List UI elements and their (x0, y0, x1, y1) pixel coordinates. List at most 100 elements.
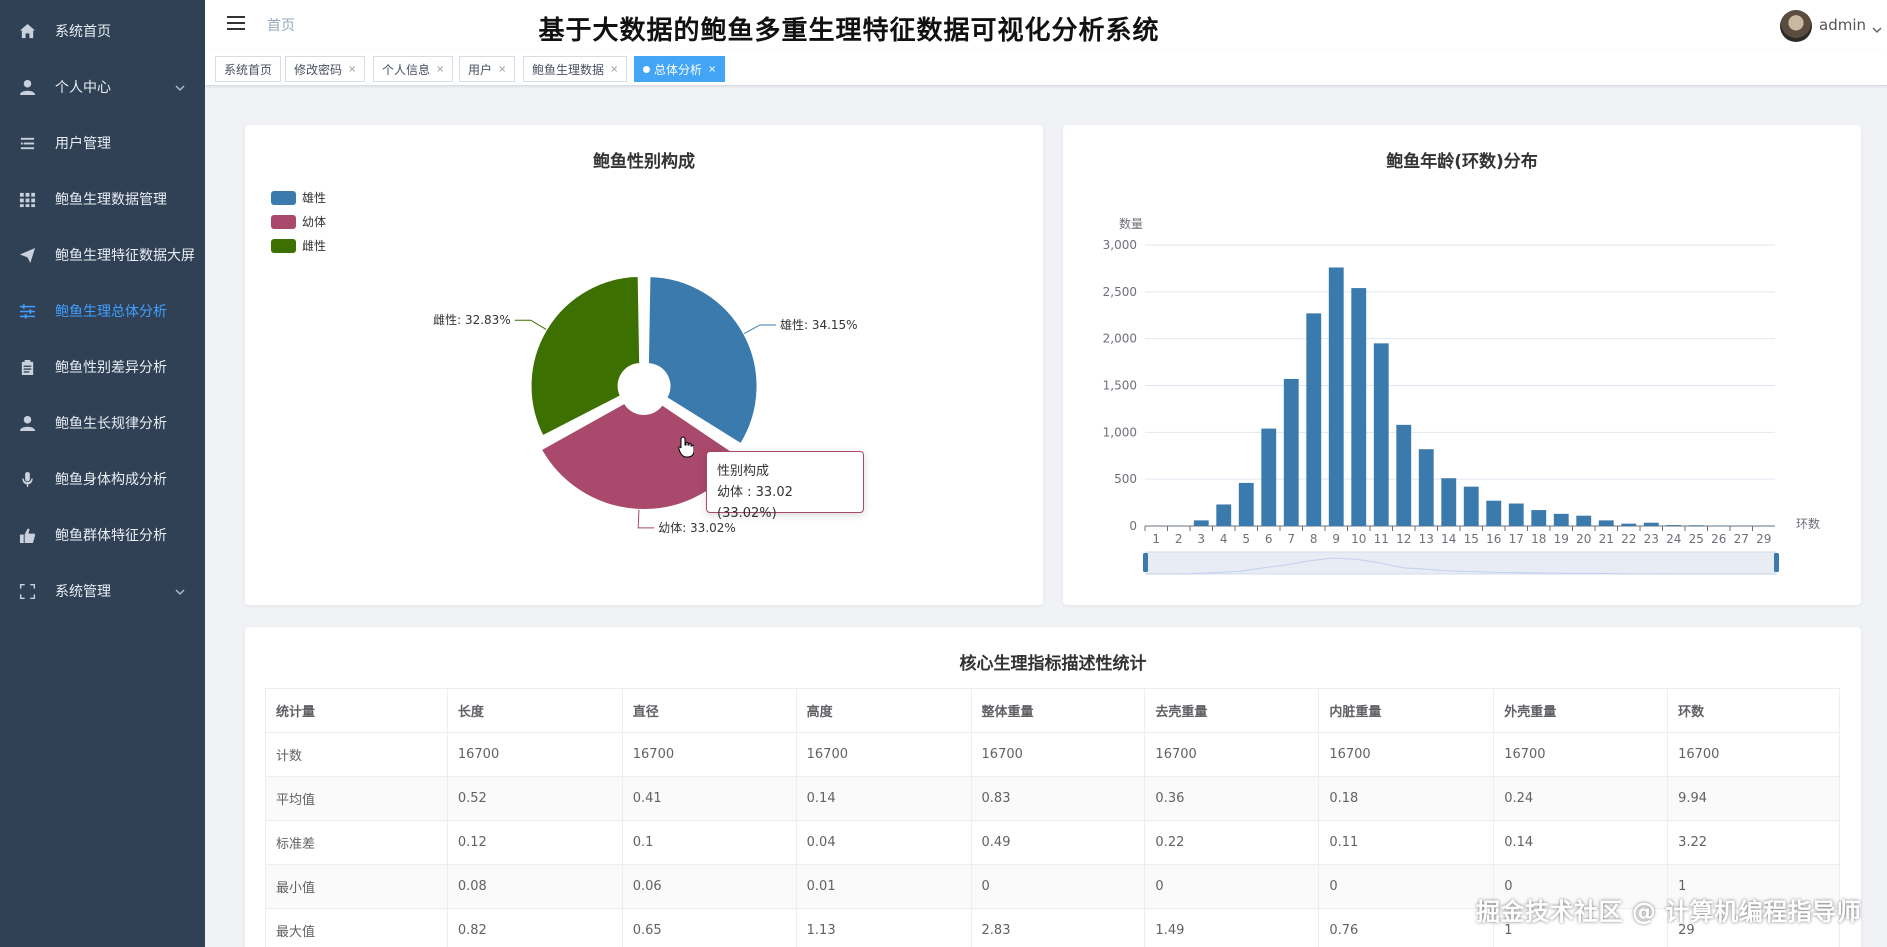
table-cell: 0 (1318, 864, 1495, 909)
tag-2[interactable]: 修改密码 × (285, 56, 366, 82)
sidebar: 系统首页 个人中心 用户管理 鲍鱼生理数据管理 鲍鱼生理特征数据大屏 鲍鱼生理总体分析 鲍鱼… (0, 0, 205, 947)
bar-chart[interactable]: 05001,0001,5002,0002,5003,000数量环数1 2 3 4 5 6 7… (1063, 125, 1861, 605)
table-cell: 平均值 (265, 776, 448, 821)
close-icon[interactable]: × (436, 64, 444, 75)
sidebar-item-3[interactable]: 用户管理 (0, 115, 205, 171)
active-dot-icon (643, 65, 650, 73)
sidebar-item-label: 鲍鱼群体特征分析 (55, 528, 167, 544)
tag-5[interactable]: 鲍鱼生理数据 × (523, 56, 628, 82)
tag-3[interactable]: 个人信息 × (373, 56, 454, 82)
column-header: 长度 (446, 688, 623, 733)
tag-4[interactable]: 用户 × (459, 56, 516, 82)
bar[interactable] (1328, 267, 1344, 526)
tooltip-text: 幼体 : 33.02 (33.02%) (717, 485, 793, 521)
bar[interactable] (1688, 525, 1704, 526)
x-tick-label: 17 (1509, 532, 1524, 546)
hand-cursor-icon (678, 436, 694, 458)
x-tick-label: 3 (1197, 532, 1205, 546)
tag-label: 总体分析 (654, 62, 703, 77)
sidebar-item-6[interactable]: 鲍鱼生理总体分析 (0, 283, 205, 339)
y-axis-label: 数量 (1119, 216, 1143, 231)
pie-slice-label: 雄性: 34.15% (780, 317, 858, 332)
close-icon[interactable]: × (348, 64, 356, 75)
sidebar-item-2[interactable]: 个人中心 (0, 59, 205, 115)
bar[interactable] (1621, 523, 1637, 526)
like-icon (18, 526, 36, 544)
chevron-down-icon[interactable] (1872, 20, 1882, 34)
table-cell: 0.06 (621, 864, 797, 909)
close-icon[interactable]: × (708, 64, 716, 75)
table-cell: 0.12 (446, 820, 623, 865)
bar[interactable] (1463, 486, 1479, 526)
pie-chart[interactable]: 雄性: 34.15%幼体: 33.02%雌性: 32.83% (245, 125, 1043, 605)
bar[interactable] (1418, 449, 1434, 526)
bar[interactable] (1193, 520, 1209, 526)
avatar[interactable] (1780, 10, 1812, 42)
bar[interactable] (1441, 478, 1457, 526)
bar[interactable] (1576, 515, 1592, 526)
table-cell: 0.36 (1144, 776, 1320, 821)
bar[interactable] (1351, 288, 1367, 526)
bar[interactable] (1531, 510, 1547, 526)
zoom-slider-handle[interactable] (1774, 553, 1779, 572)
sidebar-item-8[interactable]: 鲍鱼生长规律分析 (0, 395, 205, 451)
close-icon[interactable]: × (498, 64, 506, 75)
table-cell: 3.22 (1667, 820, 1840, 865)
bar[interactable] (1643, 522, 1659, 526)
sidebar-item-4[interactable]: 鲍鱼生理数据管理 (0, 171, 205, 227)
bar[interactable] (1306, 313, 1322, 526)
pie-label-line (514, 319, 547, 330)
grid-icon (18, 190, 36, 208)
stats-title: 核心生理指标描述性统计 (959, 654, 1147, 674)
y-tick-label: 500 (1114, 472, 1137, 486)
tag-6[interactable]: 总体分析 × (634, 56, 726, 82)
table-cell: 2.83 (970, 908, 1146, 947)
x-tick-label: 21 (1599, 532, 1614, 546)
sidebar-item-label: 鲍鱼生理特征数据大屏 (55, 248, 195, 264)
bar[interactable] (1216, 504, 1232, 526)
table-cell: 0.65 (621, 908, 797, 947)
sidebar-item-11[interactable]: 系统管理 (0, 563, 205, 619)
bar[interactable] (1373, 343, 1389, 526)
y-tick-label: 2,000 (1103, 332, 1137, 346)
table-cell: 0.41 (621, 776, 797, 821)
x-tick-label: 7 (1287, 532, 1295, 546)
sidebar-item-1[interactable]: 系统首页 (0, 3, 205, 59)
bar[interactable] (1396, 424, 1412, 526)
sidebar-item-5[interactable]: 鲍鱼生理特征数据大屏 (0, 227, 205, 283)
table-cell: 0 (1144, 864, 1320, 909)
sidebar-item-label: 鲍鱼生理数据管理 (55, 192, 167, 208)
column-header: 直径 (621, 688, 797, 733)
tag-label: 鲍鱼生理数据 (532, 62, 605, 77)
bar[interactable] (1261, 428, 1277, 526)
column-header: 高度 (795, 688, 972, 733)
sidebar-item-10[interactable]: 鲍鱼群体特征分析 (0, 507, 205, 563)
bar[interactable] (1486, 500, 1502, 526)
bar[interactable] (1598, 520, 1614, 526)
clipboard-icon (18, 358, 36, 376)
tag-1[interactable]: 系统首页 (215, 56, 282, 82)
fullscreen-icon (18, 582, 36, 600)
bar[interactable] (1666, 525, 1682, 526)
x-tick-label: 14 (1441, 532, 1456, 546)
sidebar-item-9[interactable]: 鲍鱼身体构成分析 (0, 451, 205, 507)
bar[interactable] (1283, 378, 1299, 526)
bar[interactable] (1508, 503, 1524, 526)
watermark: 掘金技术社区 @ 计算机编程指导师 (1476, 898, 1862, 926)
bar[interactable] (1238, 482, 1254, 526)
x-tick-label: 15 (1464, 532, 1479, 546)
user-name[interactable]: admin (1819, 16, 1866, 34)
table-cell: 最大值 (265, 908, 448, 947)
close-icon[interactable]: × (610, 64, 618, 75)
table-row: 标准差 0.12 0.1 0.04 0.49 0.22 0.11 0.14 3.22 (265, 820, 1840, 865)
home-icon (18, 22, 36, 40)
sidebar-item-label: 系统管理 (55, 584, 111, 600)
y-tick-label: 1,500 (1103, 379, 1137, 393)
bar[interactable] (1553, 513, 1569, 526)
sidebar-item-7[interactable]: 鲍鱼性别差异分析 (0, 339, 205, 395)
column-header: 统计量 (265, 688, 448, 733)
chevron-down-icon (175, 81, 185, 92)
table-cell: 0.11 (1318, 820, 1495, 865)
table-cell: 16700 (621, 732, 797, 777)
zoom-slider-handle[interactable] (1143, 553, 1148, 572)
